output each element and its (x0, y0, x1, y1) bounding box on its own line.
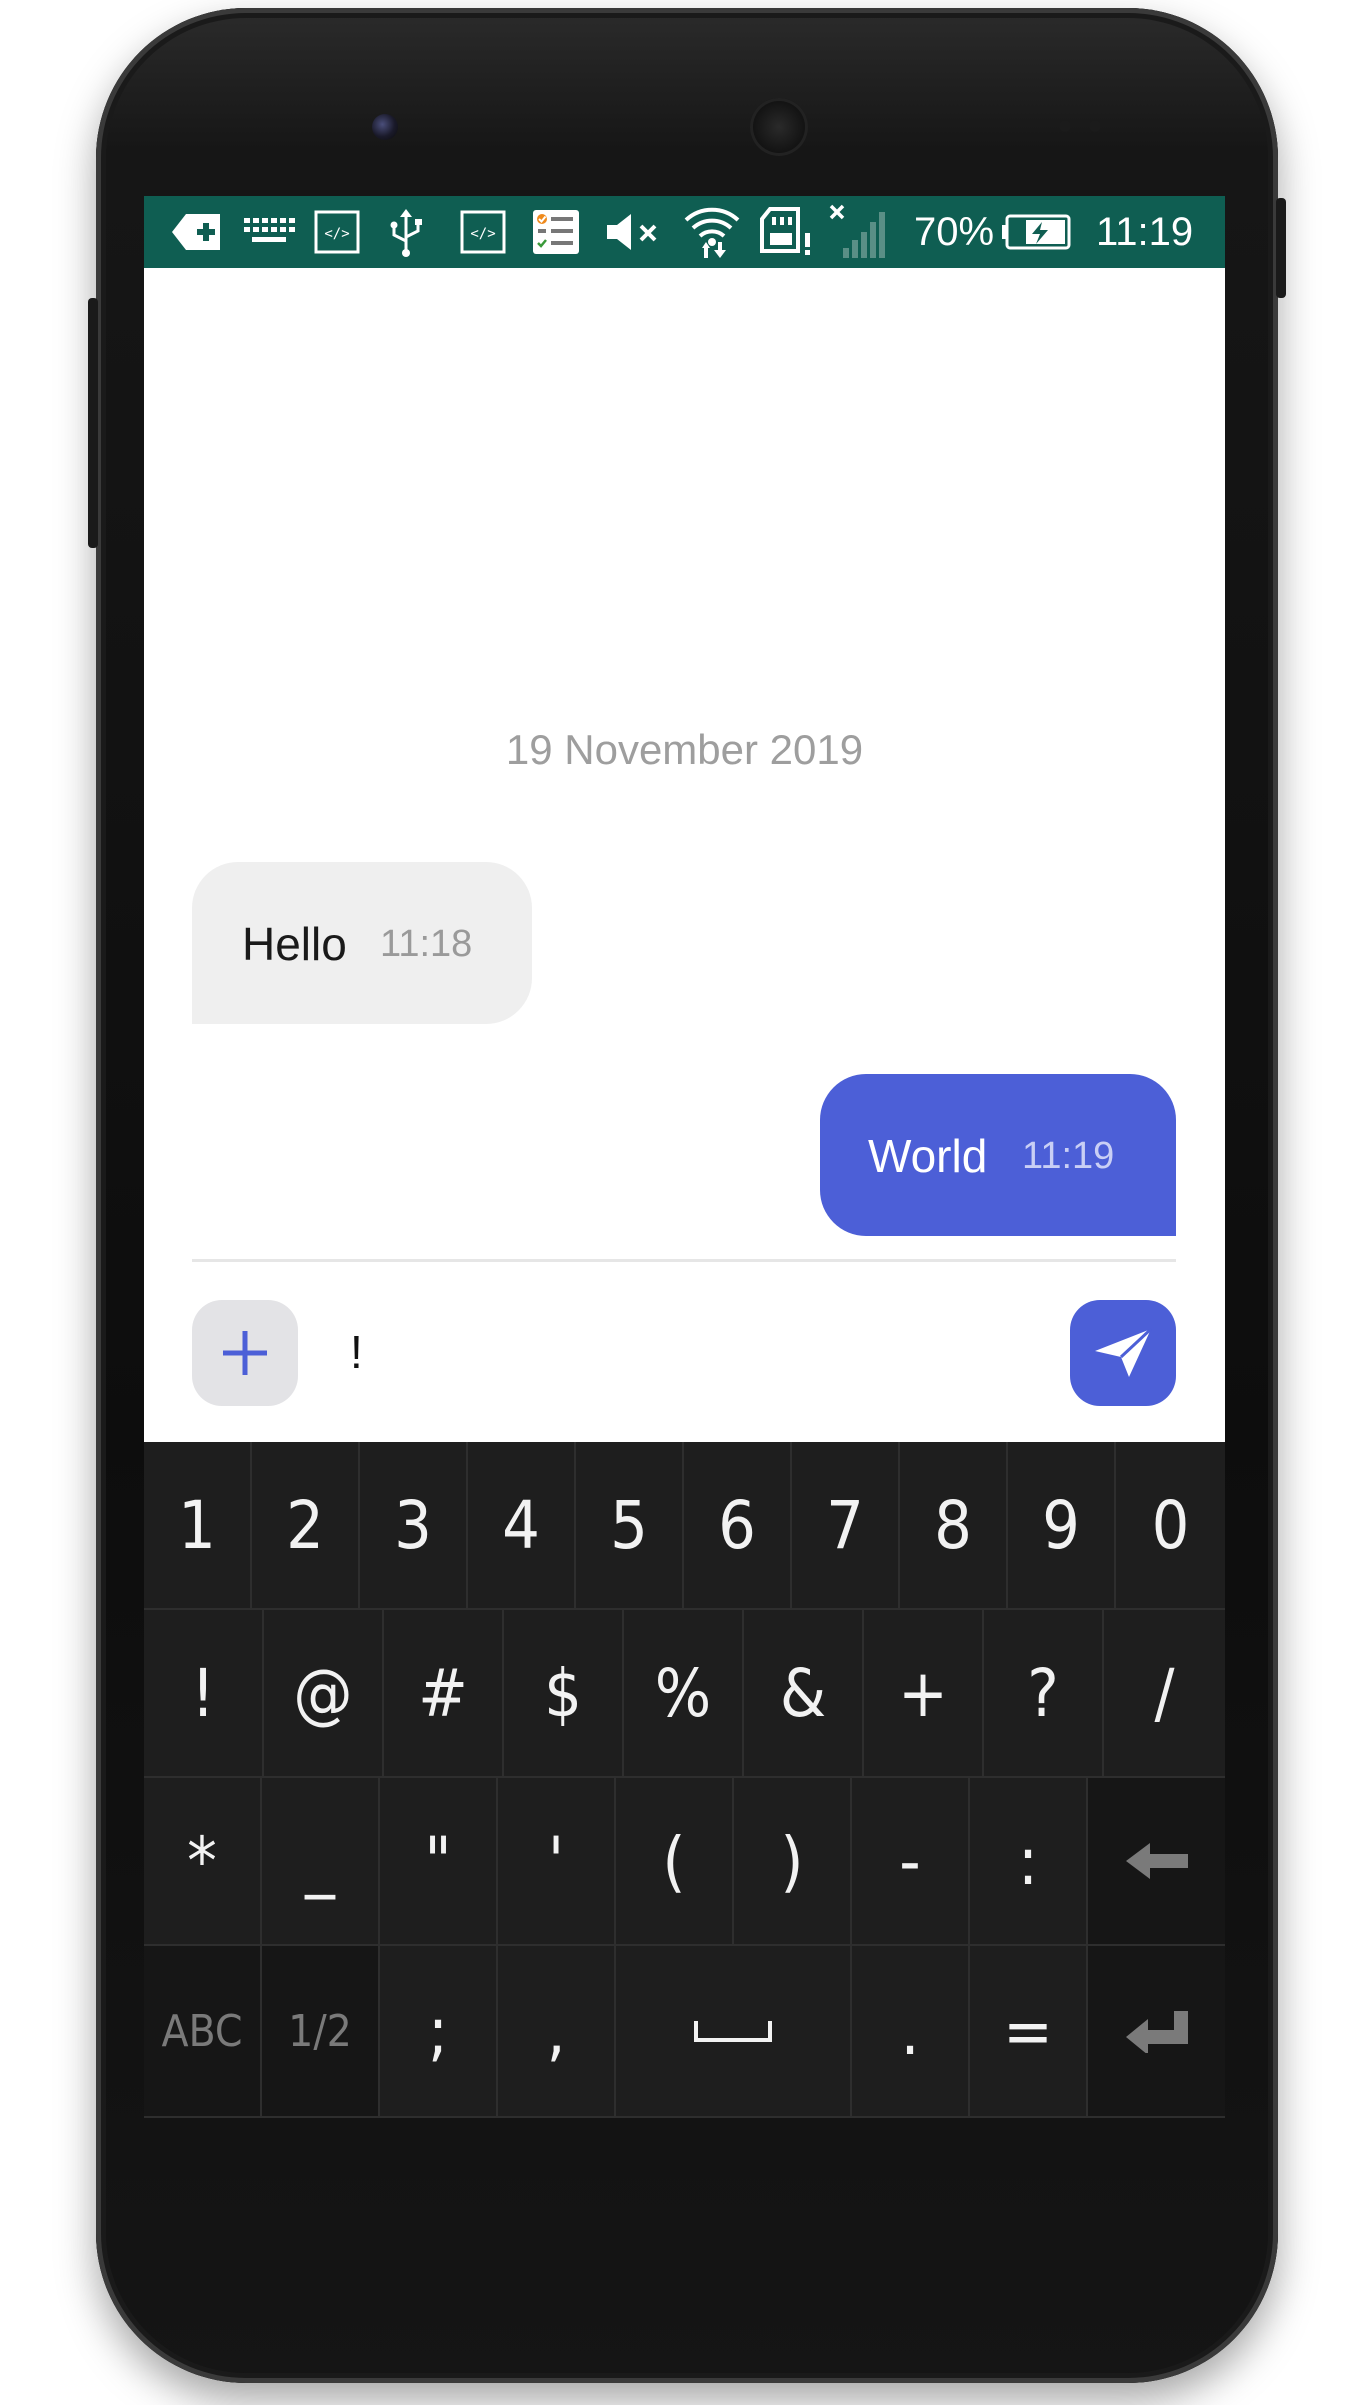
earpiece-speaker (750, 98, 808, 156)
phone-screen: </> </> 70% 11:19 19 November 2019 Hello… (144, 196, 1225, 2118)
message-input[interactable] (350, 1316, 950, 1388)
battery-percent: 70% (914, 210, 995, 254)
volume-muted-icon (604, 206, 666, 258)
key-8[interactable]: 8 (900, 1442, 1008, 1610)
composer-divider (192, 1259, 1176, 1262)
svg-text:</>: </> (470, 226, 495, 242)
keyboard-icon (240, 206, 298, 258)
key-ampersand[interactable]: & (744, 1610, 864, 1778)
key-9[interactable]: 9 (1008, 1442, 1116, 1610)
signal-off-icon (828, 204, 888, 258)
key-7[interactable]: 7 (792, 1442, 900, 1610)
status-time: 11:19 (1096, 210, 1194, 254)
wifi-icon (682, 206, 742, 258)
key-1[interactable]: 1 (144, 1442, 252, 1610)
front-camera (372, 114, 398, 140)
key-open-paren[interactable]: ( (616, 1778, 734, 1946)
battery-charging-icon (1002, 206, 1072, 258)
enter-icon (1125, 2011, 1188, 2053)
backspace-icon (1125, 1843, 1188, 1879)
keyboard-row-symbols-1: ! @ # $ % & + ? / (144, 1610, 1225, 1778)
key-plus[interactable]: + (864, 1610, 984, 1778)
keyboard-row-symbols-2: * _ " ' ( ) - : (144, 1778, 1225, 1946)
outgoing-message-bubble[interactable]: World 11:19 (820, 1074, 1176, 1236)
attach-button[interactable] (192, 1300, 298, 1406)
key-period[interactable]: . (852, 1946, 970, 2118)
message-time: 11:19 (1022, 1135, 1115, 1177)
status-bar: </> </> 70% 11:19 (144, 196, 1225, 268)
message-text: Hello (242, 918, 347, 970)
add-box-icon (170, 206, 224, 258)
key-question[interactable]: ? (984, 1610, 1104, 1778)
volume-button (88, 298, 98, 548)
send-button[interactable] (1070, 1300, 1176, 1406)
key-close-paren[interactable]: ) (734, 1778, 852, 1946)
svg-text:</>: </> (324, 226, 349, 242)
code-icon-2: </> (458, 206, 508, 258)
message-text: World (868, 1130, 988, 1182)
space-key[interactable] (616, 1946, 852, 2118)
key-single-quote[interactable]: ' (498, 1778, 616, 1946)
key-slash[interactable]: / (1104, 1610, 1225, 1778)
usb-icon (384, 206, 428, 258)
keyboard-row-bottom: ABC 1/2 ; , . = (144, 1946, 1225, 2118)
light-sensor (1089, 120, 1101, 132)
key-percent[interactable]: % (624, 1610, 744, 1778)
date-divider: 19 November 2019 (505, 726, 864, 773)
key-colon[interactable]: : (970, 1778, 1088, 1946)
symbol-keyboard: 1 2 3 4 5 6 7 8 9 0 ! @ # $ % & + ? / * … (144, 1442, 1225, 2118)
plus-icon (223, 1331, 267, 1375)
checklist-icon (530, 206, 582, 258)
sd-card-alert-icon (760, 206, 816, 258)
key-4[interactable]: 4 (468, 1442, 576, 1610)
power-button (1276, 198, 1286, 298)
key-underscore[interactable]: _ (262, 1778, 380, 1946)
key-0[interactable]: 0 (1116, 1442, 1225, 1610)
keyboard-row-numbers: 1 2 3 4 5 6 7 8 9 0 (144, 1442, 1225, 1610)
send-icon (1095, 1327, 1153, 1377)
incoming-message-bubble[interactable]: Hello 11:18 (192, 862, 532, 1024)
key-asterisk[interactable]: * (144, 1778, 262, 1946)
key-exclamation[interactable]: ! (144, 1610, 264, 1778)
key-comma[interactable]: , (498, 1946, 616, 2118)
key-minus[interactable]: - (852, 1778, 970, 1946)
proximity-sensor (1059, 120, 1071, 132)
key-hash[interactable]: # (384, 1610, 504, 1778)
backspace-key[interactable] (1088, 1778, 1225, 1946)
key-at[interactable]: @ (264, 1610, 384, 1778)
key-equals[interactable]: = (970, 1946, 1088, 2118)
enter-key[interactable] (1088, 1946, 1225, 2118)
code-icon: </> (312, 206, 362, 258)
key-3[interactable]: 3 (360, 1442, 468, 1610)
message-time: 11:18 (380, 923, 473, 965)
abc-key[interactable]: ABC (144, 1946, 262, 2118)
page-toggle-key[interactable]: 1/2 (262, 1946, 380, 2118)
key-5[interactable]: 5 (576, 1442, 684, 1610)
space-bar-icon (694, 2021, 772, 2042)
key-semicolon[interactable]: ; (380, 1946, 498, 2118)
key-double-quote[interactable]: " (380, 1778, 498, 1946)
key-dollar[interactable]: $ (504, 1610, 624, 1778)
key-2[interactable]: 2 (252, 1442, 360, 1610)
key-6[interactable]: 6 (684, 1442, 792, 1610)
